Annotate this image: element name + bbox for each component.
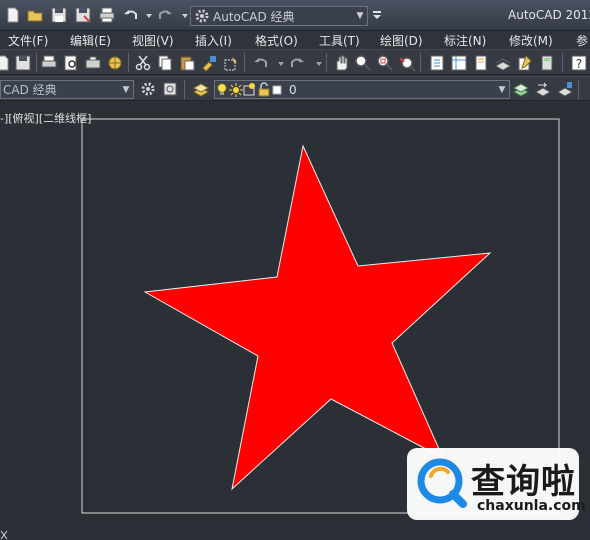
- menu-draw[interactable]: 绘图(D): [380, 32, 423, 49]
- redo-icon[interactable]: [156, 6, 174, 24]
- workspace-select-value: AutoCAD 经典: [213, 9, 295, 24]
- menu-insert[interactable]: 插入(I): [195, 32, 232, 49]
- unlock-icon: [258, 81, 270, 96]
- redo-dropdown-icon[interactable]: [310, 54, 322, 72]
- 3d-dwf-icon[interactable]: [106, 54, 124, 72]
- menu-bar: 文件(F) 编辑(E) 视图(V) 插入(I) 格式(O) 工具(T) 绘图(D…: [0, 31, 590, 49]
- markup-set-manager-icon[interactable]: [516, 54, 534, 72]
- pan-icon[interactable]: [332, 54, 350, 72]
- layer-vp-freeze-icon: [243, 82, 255, 95]
- workspaces-layers-toolbar: CAD 经典 ▼ 0 ▼: [0, 76, 590, 101]
- workspace-save-icon[interactable]: [161, 80, 179, 98]
- tool-palettes-icon[interactable]: [472, 54, 490, 72]
- save-as-icon[interactable]: [74, 6, 92, 24]
- chevron-down-icon: ▼: [122, 84, 130, 95]
- redo-dropdown-icon[interactable]: [176, 6, 188, 24]
- viewport-controls-label[interactable]: -][俯视][二维线框]: [0, 110, 91, 126]
- new-file-icon[interactable]: [0, 54, 12, 72]
- menu-file[interactable]: 文件(F): [8, 32, 48, 49]
- paste-icon[interactable]: [178, 54, 196, 72]
- undo-icon[interactable]: [122, 6, 140, 24]
- print-preview-icon[interactable]: [62, 54, 80, 72]
- block-editor-icon[interactable]: [222, 54, 240, 72]
- standard-toolbar: ?: [0, 49, 590, 75]
- sheet-set-manager-icon[interactable]: [494, 54, 512, 72]
- design-center-icon[interactable]: [450, 54, 468, 72]
- save-icon[interactable]: [14, 54, 32, 72]
- help-icon[interactable]: ?: [570, 54, 588, 72]
- undo-dropdown-icon[interactable]: [140, 6, 152, 24]
- menu-modify[interactable]: 修改(M): [509, 32, 553, 49]
- svg-text:?: ?: [576, 57, 582, 71]
- menu-format[interactable]: 格式(O): [255, 32, 298, 49]
- workspace-select[interactable]: AutoCAD 经典 ▼: [190, 6, 368, 26]
- menu-edit[interactable]: 编辑(E): [70, 32, 111, 49]
- menu-tools[interactable]: 工具(T): [319, 32, 360, 49]
- redo-icon[interactable]: [288, 54, 306, 72]
- workspace-combo[interactable]: CAD 经典 ▼: [0, 80, 134, 99]
- layer-state-manager-icon[interactable]: [556, 80, 574, 98]
- layer-properties-manager-icon[interactable]: [192, 80, 210, 98]
- menu-dimension[interactable]: 标注(N): [444, 32, 486, 49]
- zoom-previous-icon[interactable]: [398, 54, 416, 72]
- new-file-icon[interactable]: [4, 6, 22, 24]
- layer-previous-icon[interactable]: [534, 80, 552, 98]
- title-bar: AutoCAD 经典 ▼ AutoCAD 2012: [0, 0, 590, 31]
- undo-icon[interactable]: [252, 54, 270, 72]
- menu-view[interactable]: 视图(V): [132, 32, 174, 49]
- print-icon[interactable]: [98, 6, 116, 24]
- workspace-settings-gear-icon[interactable]: [139, 80, 157, 98]
- layer-on-lightbulb-icon: [217, 83, 227, 95]
- ucs-icon: [0, 530, 8, 540]
- undo-dropdown-icon[interactable]: [272, 54, 284, 72]
- layer-combo[interactable]: 0 ▼: [214, 80, 510, 99]
- gear-icon: [195, 9, 209, 23]
- layer-thaw-sun-icon: [229, 82, 243, 97]
- layer-combo-value: 0: [289, 82, 297, 97]
- make-object-layer-current-icon[interactable]: [512, 80, 530, 98]
- watermark: 查询啦 chaxunla.com: [407, 448, 586, 520]
- menu-parameter[interactable]: 参: [576, 32, 588, 49]
- cut-icon[interactable]: [134, 54, 152, 72]
- zoom-realtime-icon[interactable]: [354, 54, 372, 72]
- watermark-title: 查询啦: [471, 462, 576, 502]
- zoom-window-icon[interactable]: [376, 54, 394, 72]
- customize-quick-access-icon[interactable]: [368, 6, 381, 24]
- copy-icon[interactable]: [156, 54, 174, 72]
- print-icon[interactable]: [40, 54, 58, 72]
- publish-icon[interactable]: [84, 54, 102, 72]
- watermark-url: chaxunla.com: [477, 498, 586, 514]
- open-folder-icon[interactable]: [26, 6, 44, 24]
- magnifier-logo-icon: [417, 458, 467, 508]
- save-icon[interactable]: [50, 6, 68, 24]
- chevron-down-icon: ▼: [498, 84, 506, 95]
- properties-icon[interactable]: [428, 54, 446, 72]
- chevron-down-icon: ▼: [356, 11, 364, 21]
- quickcalc-icon[interactable]: [538, 54, 556, 72]
- layer-color-swatch-icon: [272, 85, 282, 94]
- app-title: AutoCAD 2012: [508, 8, 590, 22]
- workspace-combo-value: CAD 经典: [3, 83, 57, 97]
- match-properties-icon[interactable]: [200, 54, 218, 72]
